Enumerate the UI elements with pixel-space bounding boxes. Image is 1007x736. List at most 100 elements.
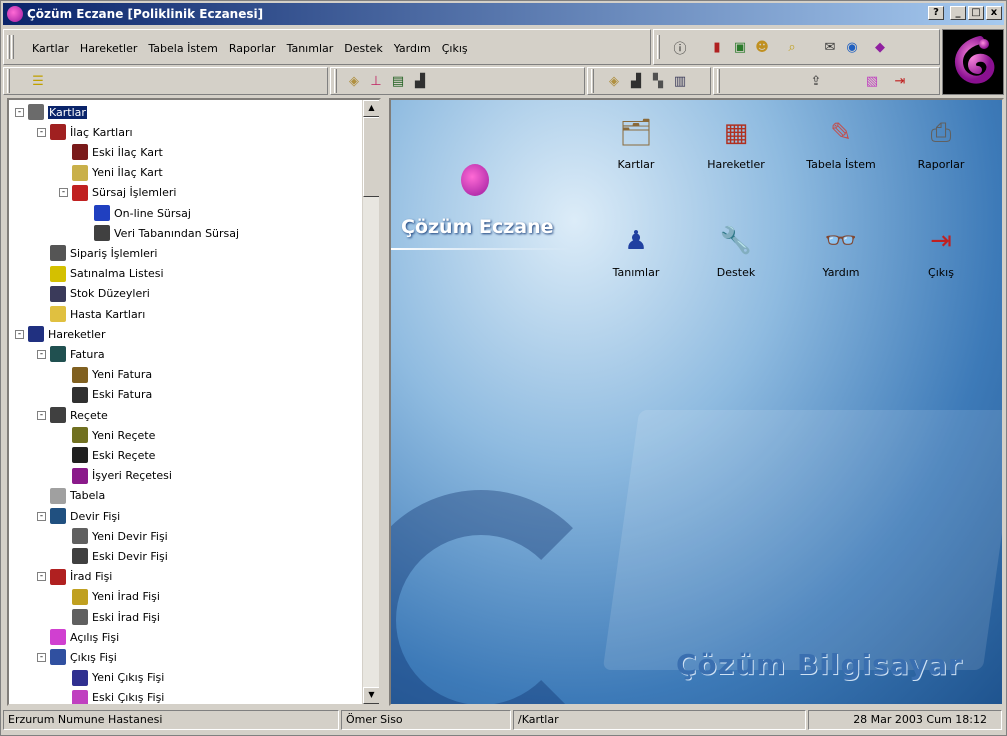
exit-slip-icon[interactable]: ⊥	[367, 72, 385, 90]
toolbar2-grip[interactable]	[7, 69, 10, 93]
scroll-up-arrow[interactable]: ▲	[363, 100, 379, 117]
tree-node-label: Eski Devir Fişi	[92, 549, 168, 563]
stock-icon[interactable]: ▥	[671, 72, 689, 90]
upload-icon[interactable]: ⇪	[807, 72, 825, 90]
info-icon[interactable]: ⓘ	[671, 38, 689, 57]
scroll-thumb[interactable]	[363, 117, 379, 197]
status-bar: Erzurum Numune Hastanesi Ömer Siso /Kart…	[3, 710, 1004, 732]
maximize-button[interactable]: □	[968, 6, 984, 20]
tree-node[interactable]: Tabela	[37, 486, 105, 506]
tree-collapse-toggle[interactable]: -	[59, 188, 68, 198]
search-doc-icon[interactable]: ⌕	[783, 38, 801, 56]
tree-collapse-toggle[interactable]: -	[37, 410, 46, 420]
tree-node-label: Eski İlaç Kart	[92, 145, 163, 159]
desktop-shortcut[interactable]: ✎ Tabela İstem	[796, 116, 886, 171]
tree-node[interactable]: Açılış Fişi	[37, 627, 119, 647]
minimize-button[interactable]: _	[950, 6, 966, 20]
tree-node[interactable]: Eski Devir Fişi	[59, 546, 168, 566]
calculator-icon: ▦	[723, 118, 749, 148]
desktop-shortcut[interactable]: 🔧 Destek	[691, 224, 781, 279]
menu-item-0[interactable]: Kartlar	[32, 42, 69, 55]
tree-node[interactable]: Eski İlaç Kart	[59, 142, 163, 162]
cards-icon: 🗂	[619, 118, 653, 148]
toolbar2b-grip[interactable]	[334, 69, 337, 93]
tree-node[interactable]: Eski Fatura	[59, 385, 152, 405]
tree-collapse-toggle[interactable]: -	[37, 511, 46, 521]
bookmark-icon[interactable]: ◆	[871, 38, 889, 56]
toolbar2c-grip[interactable]	[591, 69, 594, 93]
menu-item-1[interactable]: Hareketler	[80, 42, 137, 55]
desktop-shortcut[interactable]: ♟ Tanımlar	[591, 224, 681, 279]
tree-content: - Kartlar - İlaç Kartları Eski İlaç Kart Yeni…	[9, 100, 364, 704]
tree-collapse-toggle[interactable]: -	[37, 127, 46, 137]
tree-node[interactable]: - Hareketler	[15, 324, 105, 344]
tree-node[interactable]: Yeni İlaç Kart	[59, 163, 163, 183]
menu-item-7[interactable]: Çıkış	[442, 42, 468, 55]
tree-node[interactable]: - Çıkış Fişi	[37, 647, 117, 667]
tree-node[interactable]: - Fatura	[37, 344, 105, 364]
tree-node[interactable]: Eski Reçete	[59, 445, 155, 465]
tree-node[interactable]: Eski Çıkış Fişi	[59, 688, 164, 704]
tree-node[interactable]: - Reçete	[37, 405, 108, 425]
drug-card-icon[interactable]: ▟	[411, 72, 429, 90]
tree-node[interactable]: Hasta Kartları	[37, 304, 145, 324]
tree-node[interactable]: On-line Sürsaj	[81, 203, 191, 223]
desktop-shortcut[interactable]: 🗂 Kartlar	[591, 116, 681, 171]
menu-item-5[interactable]: Destek	[344, 42, 382, 55]
title-bar[interactable]: Çözüm Eczane [Poliklinik Eczanesi] ? _ □…	[3, 3, 1004, 25]
brand-swirl-icon	[955, 36, 995, 84]
menu-item-2[interactable]: Tabela İstem	[148, 42, 217, 55]
new-drug-icon[interactable]: ◈	[345, 72, 363, 90]
tree-node[interactable]: - İrad Fişi	[37, 567, 112, 587]
tree-node[interactable]: Veri Tabanından Sürsaj	[81, 223, 239, 243]
tree-collapse-toggle[interactable]: -	[37, 572, 46, 582]
browser-icon[interactable]: ◉	[843, 38, 861, 56]
tree-node[interactable]: - Sürsaj İşlemleri	[59, 183, 176, 203]
users-icon[interactable]: ☻	[753, 38, 771, 56]
tree-node[interactable]: Yeni Devir Fişi	[59, 526, 168, 546]
desktop-shortcut[interactable]: ⇥ Çıkış	[896, 224, 986, 279]
menu-item-4[interactable]: Tanımlar	[287, 42, 334, 55]
tree-node[interactable]: - İlaç Kartları	[37, 122, 133, 142]
invoice-icon[interactable]: ▤	[389, 72, 407, 90]
navigation-tree[interactable]: - Kartlar - İlaç Kartları Eski İlaç Kart Yeni…	[7, 98, 381, 706]
scroll-down-arrow[interactable]: ▼	[363, 687, 379, 704]
tree-node[interactable]: Yeni İrad Fişi	[59, 587, 160, 607]
drug-card-icon-2[interactable]: ▟	[627, 72, 645, 90]
toolbar2d-grip[interactable]	[717, 69, 720, 93]
help-button[interactable]: ?	[928, 6, 944, 20]
tree-node[interactable]: Yeni Reçete	[59, 425, 155, 445]
list-icon[interactable]: ☰	[29, 72, 47, 90]
tree-collapse-toggle[interactable]: -	[15, 107, 24, 117]
tree-node[interactable]: Sipariş İşlemleri	[37, 243, 157, 263]
network-icon[interactable]: ▣	[731, 38, 749, 56]
menu-item-3[interactable]: Raporlar	[229, 42, 276, 55]
tree-node[interactable]: Satınalma Listesi	[37, 264, 164, 284]
database-icon	[94, 225, 110, 242]
tree-node[interactable]: Yeni Fatura	[59, 365, 152, 385]
order-icon[interactable]: ▚	[649, 72, 667, 90]
tree-node[interactable]: Yeni Çıkış Fişi	[59, 668, 164, 688]
desktop-shortcut[interactable]: ⎙ Raporlar	[896, 116, 986, 172]
close-button[interactable]: x	[986, 6, 1002, 20]
toolbar-grip[interactable]	[657, 35, 660, 59]
exit-icon[interactable]: ⇥	[891, 72, 909, 90]
tree-node[interactable]: Eski İrad Fişi	[59, 607, 160, 627]
tree-collapse-toggle[interactable]: -	[37, 652, 46, 662]
tree-collapse-toggle[interactable]: -	[15, 329, 24, 339]
desktop-shortcut[interactable]: ▦ Hareketler	[691, 116, 781, 171]
tree-node[interactable]: İşyeri Reçetesi	[59, 466, 172, 486]
mail-icon[interactable]: ✉	[821, 38, 839, 56]
tree-collapse-toggle[interactable]: -	[37, 349, 46, 359]
tree-node[interactable]: - Devir Fişi	[37, 506, 120, 526]
book-icon[interactable]: ▮	[708, 38, 726, 56]
support-icon[interactable]: ▧	[863, 72, 881, 90]
tree-scrollbar[interactable]: ▲ ▼	[362, 100, 379, 704]
new-drug-icon-2[interactable]: ◈	[605, 72, 623, 90]
tree-node[interactable]: - Kartlar	[15, 102, 87, 122]
menu-item-6[interactable]: Yardım	[394, 42, 431, 55]
menu-grip[interactable]	[7, 35, 10, 59]
exit-slip-icon	[72, 689, 88, 704]
desktop-shortcut[interactable]: 👓 Yardım	[796, 224, 886, 279]
tree-node[interactable]: Stok Düzeyleri	[37, 284, 150, 304]
